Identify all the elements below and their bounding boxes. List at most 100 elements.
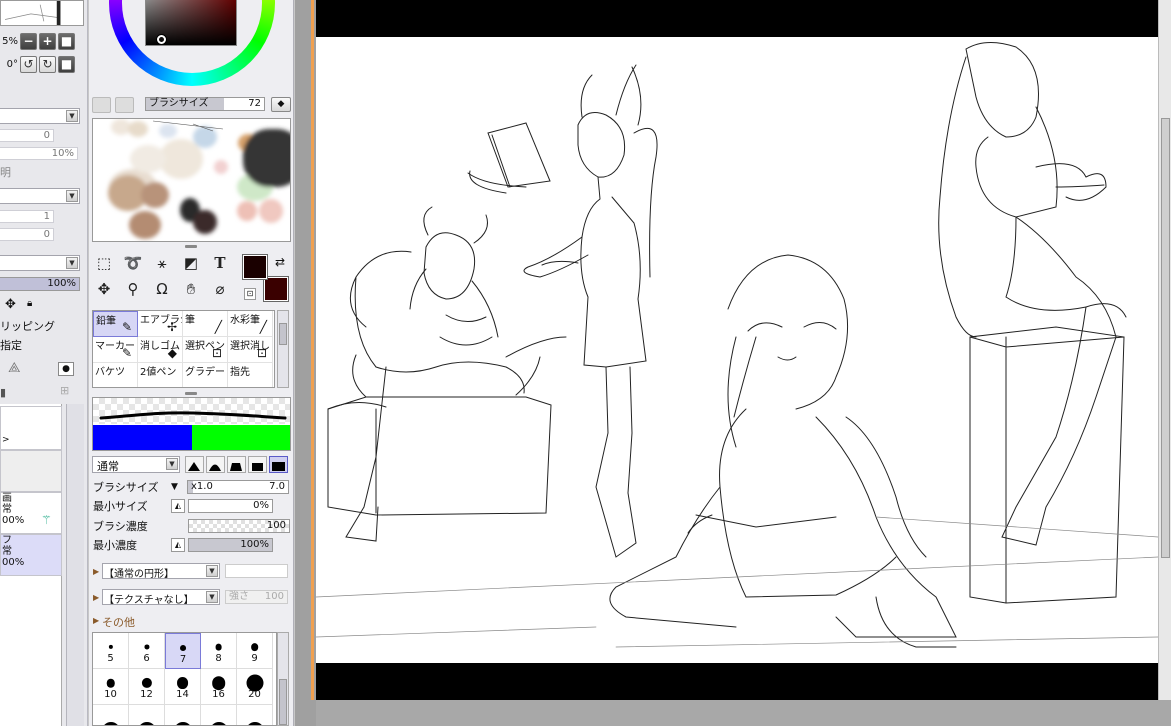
eraser-toggle-icon[interactable]: ◆: [271, 97, 291, 112]
brush-tip-item[interactable]: 20: [237, 669, 273, 705]
shape-strength-slider[interactable]: [225, 564, 288, 578]
shape-hard-icon[interactable]: [185, 456, 204, 473]
rotate-right-button[interactable]: ↻: [39, 55, 56, 73]
expand-icon[interactable]: ▶: [93, 616, 99, 625]
brush-tip-item[interactable]: 8: [201, 633, 237, 669]
undo-button[interactable]: [92, 97, 111, 113]
shape-round-icon[interactable]: [206, 456, 225, 473]
brush-item-gradient[interactable]: グラデー: [183, 363, 228, 387]
layer-blend-dropdown[interactable]: ▼: [0, 108, 80, 124]
layer-tool-icon[interactable]: ▮: [0, 386, 6, 399]
zoom-in-button[interactable]: +: [39, 32, 56, 50]
eyedropper-icon[interactable]: ⌀: [208, 278, 232, 300]
rect-select-icon[interactable]: ⬚: [92, 252, 116, 274]
drawing-surface[interactable]: [316, 37, 1158, 663]
texture-strength-slider[interactable]: 強さ 100: [225, 590, 288, 604]
zoom-reset-button[interactable]: ■: [58, 32, 75, 50]
lasso-icon[interactable]: ➰: [121, 252, 145, 274]
pressure-icon[interactable]: ◭: [171, 498, 185, 513]
brush-item-binary-pen[interactable]: 2値ペン: [138, 363, 183, 387]
primary-color-swatch[interactable]: [242, 254, 268, 280]
zoom-icon[interactable]: ⚲: [121, 278, 145, 300]
chevron-down-icon[interactable]: ▼: [171, 482, 187, 492]
top-brush-size-slider[interactable]: ブラシサイズ 72: [145, 97, 265, 111]
layer-item[interactable]: [0, 450, 62, 492]
lock-icon[interactable]: 🔒︎: [27, 298, 32, 309]
brush-tip-item[interactable]: 6: [129, 633, 165, 669]
brush-tip-item[interactable]: 16: [201, 669, 237, 705]
fill-bucket-icon[interactable]: ◩: [179, 252, 203, 274]
brush-tip-item[interactable]: [165, 705, 201, 725]
layer-combine-dropdown[interactable]: ▼: [0, 255, 80, 271]
tip-grid-scrollbar[interactable]: [277, 632, 289, 726]
layer-mask-icon[interactable]: ●: [58, 362, 74, 376]
rotate-icon[interactable]: Ω: [150, 278, 174, 300]
layer-opacity-slider[interactable]: 100%: [0, 277, 80, 291]
delete-layer-icon[interactable]: ⊞: [60, 384, 69, 397]
brush-tip-item[interactable]: [129, 705, 165, 725]
brush-item-airbrush[interactable]: エアブラシ✢: [138, 311, 183, 337]
other-section-label[interactable]: その他: [102, 614, 135, 630]
selection-source-label[interactable]: 指定: [0, 337, 22, 353]
text-tool-icon[interactable]: T: [208, 252, 232, 274]
brush-item-bucket[interactable]: バケツ: [93, 363, 138, 387]
brush-shape-dropdown[interactable]: 【通常の円形】 ▼: [102, 563, 220, 580]
canvas-horizontal-scrollbar[interactable]: [316, 700, 1171, 726]
layer-item[interactable]: >: [0, 406, 62, 450]
min-size-slider[interactable]: 0%: [188, 498, 273, 513]
rotate-reset-button[interactable]: ■: [58, 55, 75, 73]
shape-flat-icon[interactable]: [248, 456, 267, 473]
hand-icon[interactable]: ✋︎: [179, 278, 203, 300]
brush-item-finger[interactable]: 指先: [228, 363, 273, 387]
brush-item-eraser[interactable]: 消しゴム ◆: [138, 337, 183, 363]
brush-item-select-pen[interactable]: 選択ペン ⊡: [183, 337, 228, 363]
layer-item[interactable]: フ 常 00%: [0, 534, 62, 576]
move-layer-icon[interactable]: ✥: [5, 297, 16, 312]
swap-colors-icon[interactable]: ⇄: [275, 255, 285, 269]
brush-tip-item[interactable]: 10: [93, 669, 129, 705]
reset-colors-icon[interactable]: ⊡: [244, 288, 256, 300]
shape-square-icon[interactable]: [269, 456, 288, 473]
navigator-preview[interactable]: [0, 0, 84, 26]
zoom-out-button[interactable]: −: [20, 32, 37, 50]
canvas[interactable]: [316, 0, 1158, 700]
panel-splitter[interactable]: [185, 392, 197, 395]
density-slider[interactable]: 100: [188, 518, 290, 533]
move-icon[interactable]: ✥: [92, 278, 116, 300]
brush-tip-item[interactable]: [237, 705, 273, 725]
new-vector-layer-icon[interactable]: ⟁: [8, 360, 21, 376]
brush-grid-scrollbar[interactable]: [277, 310, 289, 388]
brush-item-pencil[interactable]: 鉛筆 ✎: [93, 311, 138, 337]
brush-tip-item[interactable]: 5: [93, 633, 129, 669]
clipping-checkbox-label[interactable]: リッピング: [0, 318, 55, 334]
brush-item-brush[interactable]: 筆 ╱: [183, 311, 228, 337]
brush-size-slider[interactable]: x1.0 7.0: [187, 479, 289, 494]
brush-item-watercolor[interactable]: 水彩筆 ╱: [228, 311, 273, 337]
brush-tip-item[interactable]: [201, 705, 237, 725]
layer-field-4[interactable]: 0: [0, 228, 54, 241]
brush-tip-item[interactable]: 7: [165, 633, 201, 669]
panel-splitter[interactable]: [185, 245, 197, 248]
shape-soft-icon[interactable]: [227, 456, 246, 473]
rotate-left-button[interactable]: ↺: [20, 55, 37, 73]
texture-dropdown[interactable]: 【テクスチャなし】 ▼: [102, 589, 220, 606]
layer-mode-dropdown[interactable]: ▼: [0, 188, 80, 204]
layer-field-1[interactable]: 0: [0, 129, 54, 142]
expand-icon[interactable]: ▶: [93, 593, 99, 602]
color-cursor[interactable]: [157, 35, 166, 44]
brush-tip-item[interactable]: [93, 705, 129, 725]
brush-item-marker[interactable]: マーカー ✎: [93, 337, 138, 363]
min-density-slider[interactable]: 100%: [188, 537, 273, 552]
brush-tip-item[interactable]: 14: [165, 669, 201, 705]
pressure-icon[interactable]: ◭: [171, 537, 185, 552]
canvas-vertical-scrollbar[interactable]: [1158, 0, 1171, 700]
magic-wand-icon[interactable]: ⚹: [150, 252, 174, 274]
layer-field-3[interactable]: 1: [0, 210, 54, 223]
brush-tip-item[interactable]: 12: [129, 669, 165, 705]
brush-item-select-eraser[interactable]: 選択消し ⊡: [228, 337, 273, 363]
layer-item[interactable]: 画 常 00% ⚚: [0, 492, 62, 534]
brush-blend-dropdown[interactable]: 通常 ▼: [92, 456, 180, 473]
layer-field-2[interactable]: 10%: [0, 147, 78, 160]
redo-button[interactable]: [115, 97, 134, 113]
expand-icon[interactable]: ▶: [93, 567, 99, 576]
